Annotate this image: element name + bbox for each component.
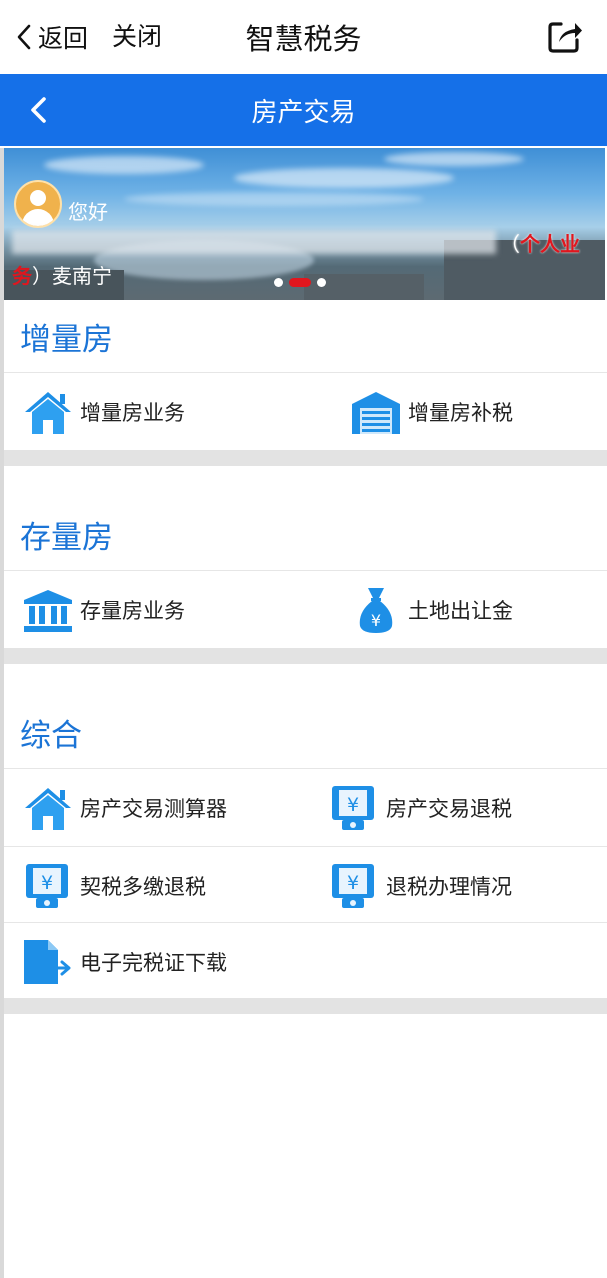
menu-item-transaction-tax-refund[interactable]: ¥ 房产交易退税	[328, 778, 512, 838]
tax-refund-icon: ¥	[328, 784, 380, 832]
garage-icon	[350, 388, 402, 436]
divider	[4, 922, 607, 923]
avatar[interactable]	[14, 180, 62, 228]
menu-item-deed-tax-overpayment-refund[interactable]: ¥ 契税多缴退税	[22, 856, 206, 916]
left-edge-divider	[0, 148, 4, 1278]
menu-item-e-tax-certificate-download[interactable]: 电子完税证下载	[22, 932, 227, 992]
menu-item-label: 增量房业务	[80, 401, 185, 425]
share-button[interactable]	[545, 16, 585, 56]
paren-close: ）	[32, 264, 52, 288]
svg-text:¥: ¥	[347, 794, 359, 816]
cloud	[234, 168, 454, 188]
back-button[interactable]: 返回	[16, 18, 88, 56]
cloud	[124, 192, 424, 206]
carousel-indicator	[274, 278, 326, 287]
section-title-comprehensive: 综合	[20, 718, 82, 754]
user-type-text: 个人业	[520, 232, 580, 256]
menu-item-label: 土地出让金	[408, 599, 513, 623]
svg-text:¥: ¥	[41, 872, 53, 894]
menu-item-label: 存量房业务	[80, 599, 185, 623]
chevron-left-icon	[17, 24, 31, 50]
menu-item-incremental-housing-business[interactable]: 增量房业务	[22, 382, 185, 442]
user-type-line1: （个人业	[500, 228, 580, 257]
avatar-head	[30, 190, 46, 206]
section-separator	[4, 648, 607, 664]
cloud	[384, 152, 524, 166]
redacted-user-id	[12, 230, 496, 254]
paren-open: （	[500, 232, 520, 256]
user-name: 麦南宁	[52, 264, 112, 288]
app-header: 返回 关闭 智慧税务	[0, 0, 607, 74]
close-button[interactable]: 关闭	[112, 18, 162, 56]
svg-text:¥: ¥	[347, 872, 359, 894]
share-icon	[548, 22, 582, 53]
section-title-incremental-housing: 增量房	[20, 322, 113, 358]
nav-bar: 房产交易	[0, 74, 607, 146]
section-separator	[4, 998, 607, 1014]
section-separator	[4, 450, 607, 466]
money-bag-icon: ¥	[350, 586, 402, 634]
carousel-dot-active[interactable]	[289, 278, 311, 287]
menu-item-transaction-calculator[interactable]: 房产交易测算器	[22, 778, 227, 838]
svg-text:¥: ¥	[371, 611, 381, 630]
cloud	[44, 156, 204, 174]
menu-item-incremental-housing-tax-supplement[interactable]: 增量房补税	[350, 382, 513, 442]
house-icon	[22, 784, 74, 832]
divider	[4, 846, 607, 847]
page-title: 房产交易	[251, 98, 356, 128]
tax-refund-icon: ¥	[328, 862, 380, 910]
carousel-dot[interactable]	[317, 278, 326, 287]
carousel-dot[interactable]	[274, 278, 283, 287]
tax-refund-icon: ¥	[22, 862, 74, 910]
divider	[4, 768, 607, 769]
section-title-existing-housing: 存量房	[20, 520, 113, 556]
user-banner[interactable]: 您好 （个人业 务）麦南宁	[4, 148, 605, 300]
menu-item-label: 电子完税证下载	[80, 951, 227, 975]
app-title: 智慧税务	[245, 22, 362, 56]
document-download-icon	[22, 938, 74, 986]
menu-item-label: 房产交易退税	[386, 797, 512, 821]
menu-item-label: 契税多缴退税	[80, 875, 206, 899]
divider	[4, 570, 607, 571]
greeting-text: 您好	[68, 200, 108, 224]
house-icon	[22, 388, 74, 436]
menu-item-label: 房产交易测算器	[80, 797, 227, 821]
menu-item-label: 退税办理情况	[386, 875, 512, 899]
user-type-line2: 务）麦南宁	[12, 260, 112, 289]
chevron-left-icon	[31, 97, 46, 123]
menu-item-existing-housing-business[interactable]: 存量房业务	[22, 580, 185, 640]
menu-item-land-transfer-fee[interactable]: ¥ 土地出让金	[350, 580, 513, 640]
back-label: 返回	[38, 24, 89, 53]
user-type-text-cont: 务	[12, 264, 32, 288]
menu-item-label: 增量房补税	[408, 401, 513, 425]
nav-back-button[interactable]	[22, 92, 58, 128]
menu-item-refund-status[interactable]: ¥ 退税办理情况	[328, 856, 512, 916]
bank-icon	[22, 586, 74, 634]
divider	[4, 372, 607, 373]
avatar-body	[22, 209, 54, 226]
